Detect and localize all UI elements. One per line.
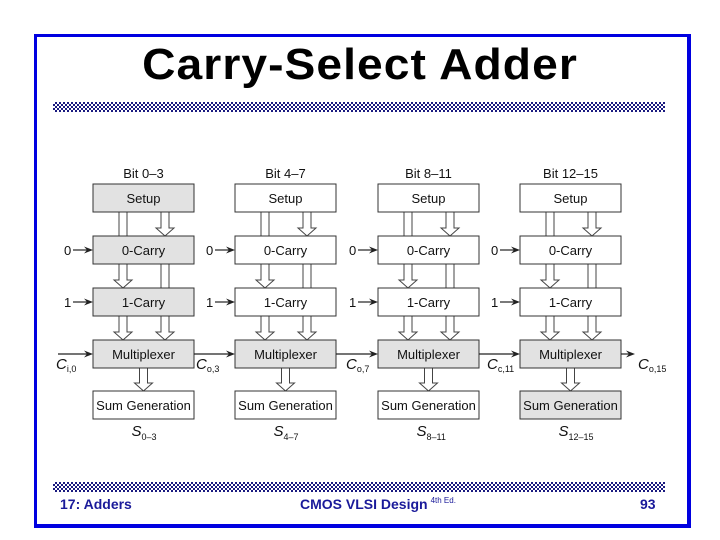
setup-bypass-lines [260, 212, 270, 236]
0carry-to-mux-arrow [154, 316, 176, 341]
sum-output-subscript: 0–3 [142, 432, 157, 442]
0carry-bypass-lines [302, 264, 312, 288]
1carry-to-mux-arrow [397, 316, 419, 341]
footer-edition: 4th Ed. [430, 496, 456, 505]
carry-signal-subscript: c,11 [498, 364, 514, 374]
carry-in-one-label: 1 [349, 295, 356, 310]
carry-signal-subscript: i,0 [67, 364, 77, 374]
one-carry-label: 1-Carry [549, 295, 593, 310]
sum-output-subscript: 8–11 [427, 432, 446, 442]
zero-carry-label: 0-Carry [264, 243, 308, 258]
0carry-bypass-lines [587, 264, 597, 288]
carry-in-zero-label: 0 [206, 243, 213, 258]
setup-bypass-lines [403, 212, 413, 236]
setup-to-0carry-arrow [581, 212, 603, 237]
footer-course-title: CMOS VLSI Design [300, 496, 428, 512]
setup-to-0carry-arrow [296, 212, 318, 237]
carry-signal-subscript: o,7 [357, 364, 370, 374]
carry-in-one-label: 1 [64, 295, 71, 310]
carry-in-zero-label: 0 [349, 243, 356, 258]
carry-signal-label: Co,15 [638, 356, 666, 374]
mux-to-sum-arrow [275, 368, 296, 392]
mux-to-sum-arrow [133, 368, 154, 392]
one-carry-label: 1-Carry [407, 295, 451, 310]
footer-course: CMOS VLSI Design 4th Ed. [300, 496, 456, 512]
one-carry-label: 1-Carry [122, 295, 166, 310]
carry-in-one-label: 1 [491, 295, 498, 310]
1carry-to-mux-arrow [112, 316, 134, 341]
footer-page-number: 93 [640, 496, 656, 512]
carry-signal-label: Cc,11 [487, 356, 514, 374]
bit-range-label: Bit 12–15 [543, 166, 598, 181]
1carry-to-mux-arrow [539, 316, 561, 341]
mux-label: Multiplexer [539, 347, 603, 362]
carry-signal-subscript: o,15 [649, 364, 667, 374]
setup-to-0carry-arrow [154, 212, 176, 237]
zero-carry-label: 0-Carry [407, 243, 451, 258]
0carry-bypass-lines [445, 264, 455, 288]
mux-label: Multiplexer [397, 347, 461, 362]
1carry-to-mux-arrow [254, 316, 276, 341]
0carry-bypass-lines [160, 264, 170, 288]
setup-label: Setup [412, 191, 446, 206]
carry-signal-label: Co,7 [346, 356, 369, 374]
sum-label: Sum Generation [523, 398, 618, 413]
sum-output-subscript: 4–7 [284, 432, 299, 442]
setup-bypass-lines [118, 212, 128, 236]
sum-label: Sum Generation [238, 398, 333, 413]
zero-carry-label: 0-Carry [549, 243, 593, 258]
setup-to-1carry-arrow [539, 264, 561, 289]
bit-range-label: Bit 0–3 [123, 166, 163, 181]
setup-label: Setup [269, 191, 303, 206]
setup-to-1carry-arrow [254, 264, 276, 289]
setup-bypass-lines [545, 212, 555, 236]
setup-to-1carry-arrow [397, 264, 419, 289]
sum-label: Sum Generation [96, 398, 191, 413]
carry-in-zero-label: 0 [491, 243, 498, 258]
carry-signal-subscript: o,3 [207, 364, 220, 374]
mux-label: Multiplexer [112, 347, 176, 362]
carry-signal-label: Co,3 [196, 356, 219, 374]
sum-output-label: S8–11 [417, 423, 446, 442]
setup-label: Setup [127, 191, 161, 206]
setup-to-1carry-arrow [112, 264, 134, 289]
0carry-to-mux-arrow [439, 316, 461, 341]
bit-range-label: Bit 4–7 [265, 166, 305, 181]
sum-output-label: S4–7 [274, 423, 299, 442]
mux-to-sum-arrow [560, 368, 581, 392]
carry-in-one-label: 1 [206, 295, 213, 310]
setup-to-0carry-arrow [439, 212, 461, 237]
footer-chapter: 17: Adders [60, 496, 132, 512]
sum-output-label: S0–3 [132, 423, 157, 442]
carry-select-adder-diagram: Bit 0–3 Setup 0-Carry 1-Carry Multiplexer Sum… [56, 166, 666, 442]
setup-label: Setup [554, 191, 588, 206]
mux-to-sum-arrow [418, 368, 439, 392]
bit-range-label: Bit 8–11 [405, 166, 452, 181]
0carry-to-mux-arrow [296, 316, 318, 341]
sum-output-subscript: 12–15 [569, 432, 594, 442]
carry-in-zero-label: 0 [64, 243, 71, 258]
zero-carry-label: 0-Carry [122, 243, 166, 258]
0carry-to-mux-arrow [581, 316, 603, 341]
mux-label: Multiplexer [254, 347, 318, 362]
sum-label: Sum Generation [381, 398, 476, 413]
one-carry-label: 1-Carry [264, 295, 308, 310]
carry-signal-label: Ci,0 [56, 356, 76, 374]
sum-output-label: S12–15 [559, 423, 594, 442]
